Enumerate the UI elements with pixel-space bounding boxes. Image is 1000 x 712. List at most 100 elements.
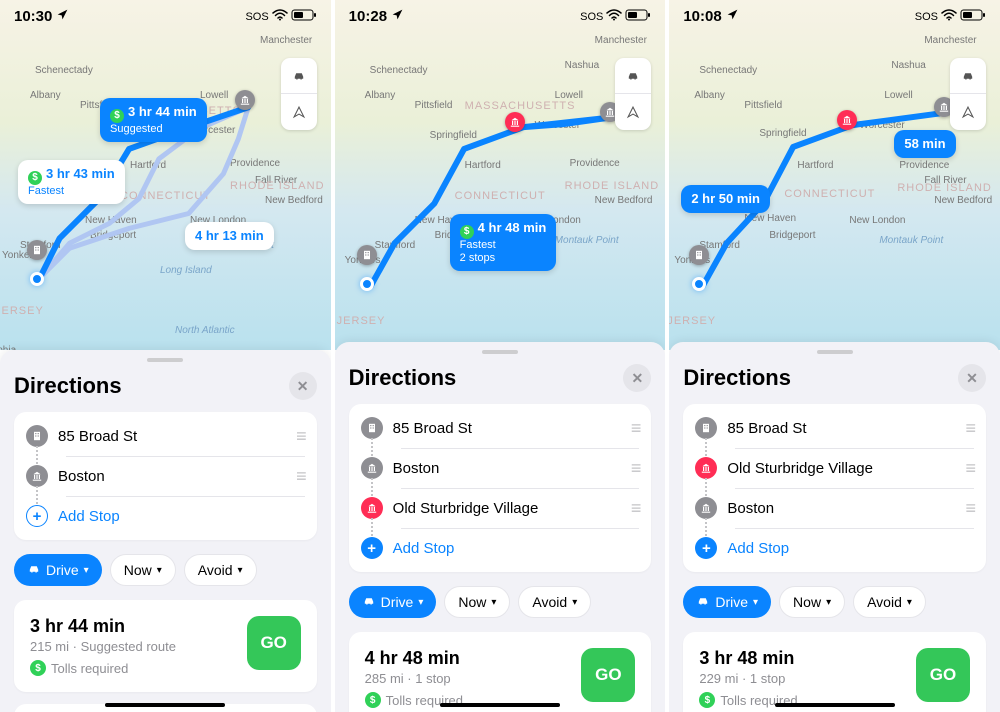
- map-label: New Bedford: [934, 195, 992, 206]
- route-callout[interactable]: $4 hr 48 minFastest2 stops: [450, 214, 557, 271]
- stops-list: 85 Broad St≡Boston≡Old Sturbridge Villag…: [349, 404, 652, 572]
- go-button[interactable]: GO: [581, 648, 635, 702]
- dollar-icon: $: [110, 109, 124, 123]
- close-button[interactable]: ✕: [958, 364, 986, 392]
- sheet-grabber[interactable]: [817, 350, 853, 354]
- reorder-handle-icon[interactable]: ≡: [966, 458, 975, 479]
- add-stop-row[interactable]: +Add Stop: [349, 528, 652, 568]
- directions-sheet[interactable]: Directions✕85 Broad St≡Boston≡Old Sturbr…: [335, 342, 666, 712]
- map-label: MASSACHUSETTS: [465, 100, 576, 112]
- transport-mode-button[interactable]: [281, 58, 317, 94]
- reorder-handle-icon[interactable]: ≡: [296, 466, 305, 487]
- avoid-pill[interactable]: Avoid▾: [184, 554, 257, 586]
- map-controls: [281, 58, 317, 130]
- route-callout[interactable]: $3 hr 43 minFastest: [18, 160, 125, 204]
- map-pin-stop[interactable]: [837, 110, 857, 130]
- status-bar: 10:08SOS: [669, 8, 1000, 25]
- map-label: CONNECTICUT: [120, 190, 211, 202]
- directions-sheet[interactable]: Directions✕85 Broad St≡Boston≡+Add StopD…: [0, 350, 331, 712]
- home-indicator: [105, 703, 225, 707]
- location-arrow-icon: [726, 8, 739, 25]
- stop-row[interactable]: 85 Broad St≡: [14, 416, 317, 456]
- route-callout[interactable]: 58 min: [894, 130, 955, 158]
- home-indicator: [440, 703, 560, 707]
- map-label: Providence: [570, 158, 620, 169]
- map-label: Albany: [694, 90, 725, 101]
- status-right: SOS: [245, 9, 316, 24]
- map-pin-start[interactable]: [27, 240, 47, 260]
- reorder-handle-icon[interactable]: ≡: [966, 498, 975, 519]
- car-icon: [27, 562, 41, 579]
- map-label: New Haven: [85, 215, 137, 226]
- map-label: New London: [849, 215, 905, 226]
- go-button[interactable]: GO: [916, 648, 970, 702]
- map-pin-stop[interactable]: [505, 112, 525, 132]
- stop-row[interactable]: 85 Broad St≡: [683, 408, 986, 448]
- route-duration: 4 hr 48 min: [365, 648, 463, 669]
- route-info: 4 hr 48 min285 mi · 1 stopTolls required: [365, 648, 463, 708]
- recenter-button[interactable]: [615, 94, 651, 130]
- route-callout[interactable]: 4 hr 13 min: [185, 222, 274, 250]
- map[interactable]: ManchesterSchenectadyAlbanyLowellPittsfi…: [0, 0, 331, 350]
- stop-row[interactable]: 85 Broad St≡: [349, 408, 652, 448]
- stop-label: Old Sturbridge Village: [393, 500, 621, 517]
- reorder-handle-icon[interactable]: ≡: [631, 458, 640, 479]
- sheet-grabber[interactable]: [147, 358, 183, 362]
- recenter-button[interactable]: [281, 94, 317, 130]
- callout-sub: Fastest: [28, 185, 115, 198]
- reorder-handle-icon[interactable]: ≡: [631, 418, 640, 439]
- stop-row[interactable]: Boston≡: [683, 488, 986, 528]
- map-label: Providence: [230, 158, 280, 169]
- stop-row[interactable]: Boston≡: [349, 448, 652, 488]
- stop-row[interactable]: Old Sturbridge Village ≡: [349, 488, 652, 528]
- stop-row[interactable]: Old Sturbridge Village≡: [683, 448, 986, 488]
- route-result-card[interactable]: 3 hr 44 min215 mi · Suggested routeTolls…: [14, 600, 317, 692]
- map-label: RHODE ISLAND: [230, 180, 325, 192]
- map[interactable]: ManchesterNashuaSchenectadyAlbanyLowellP…: [335, 0, 666, 350]
- time-pill[interactable]: Now▾: [444, 586, 510, 618]
- route-result-card[interactable]: 4 hr 48 min285 mi · 1 stopTolls required…: [349, 632, 652, 712]
- transport-mode-button[interactable]: [950, 58, 986, 94]
- map-label: CONNECTICUT: [455, 190, 546, 202]
- phone-screen-2: 10:08SOSManchesterNashuaSchenectadyAlban…: [669, 0, 1000, 712]
- route-duration: 3 hr 48 min: [699, 648, 797, 669]
- map[interactable]: ManchesterNashuaSchenectadyAlbanyLowellP…: [669, 0, 1000, 350]
- car-icon: [696, 594, 710, 611]
- add-stop-row[interactable]: +Add Stop: [683, 528, 986, 568]
- drive-mode-pill[interactable]: Drive▾: [14, 554, 102, 586]
- map-label: Manchester: [260, 35, 312, 46]
- route-callout[interactable]: $3 hr 44 minSuggested: [100, 98, 207, 142]
- close-button[interactable]: ✕: [289, 372, 317, 400]
- reorder-handle-icon[interactable]: ≡: [966, 418, 975, 439]
- sheet-grabber[interactable]: [482, 350, 518, 354]
- go-button[interactable]: GO: [247, 616, 301, 670]
- time-pill[interactable]: Now▾: [110, 554, 176, 586]
- route-result-card[interactable]: 3 hr 48 min229 mi · 1 stopTolls required…: [683, 632, 986, 712]
- drive-mode-pill[interactable]: Drive▾: [349, 586, 437, 618]
- recenter-button[interactable]: [950, 94, 986, 130]
- time-pill[interactable]: Now▾: [779, 586, 845, 618]
- map-label: JERSEY: [0, 305, 44, 317]
- avoid-pill[interactable]: Avoid▾: [518, 586, 591, 618]
- drive-mode-pill[interactable]: Drive▾: [683, 586, 771, 618]
- chevron-down-icon: ▾: [157, 565, 162, 576]
- add-stop-row[interactable]: +Add Stop: [14, 496, 317, 536]
- map-label: Nashua: [891, 60, 925, 71]
- reorder-handle-icon[interactable]: ≡: [296, 426, 305, 447]
- map-label: JERSEY: [337, 315, 386, 327]
- map-pin-end[interactable]: [235, 90, 255, 110]
- close-button[interactable]: ✕: [623, 364, 651, 392]
- stop-row[interactable]: Boston≡: [14, 456, 317, 496]
- status-time: 10:28: [349, 8, 387, 25]
- route-callout[interactable]: 2 hr 50 min: [681, 185, 770, 213]
- route-subtitle: 285 mi · 1 stop: [365, 671, 463, 686]
- reorder-handle-icon[interactable]: ≡: [631, 498, 640, 519]
- chevron-down-icon: ▾: [826, 597, 831, 608]
- map-pin-start[interactable]: [357, 245, 377, 265]
- battery-icon: [291, 9, 317, 24]
- transport-mode-button[interactable]: [615, 58, 651, 94]
- route-info: 3 hr 44 min215 mi · Suggested routeTolls…: [30, 616, 176, 676]
- callout-sub: Suggested: [110, 123, 197, 136]
- avoid-pill[interactable]: Avoid▾: [853, 586, 926, 618]
- directions-sheet[interactable]: Directions✕85 Broad St≡Old Sturbridge Vi…: [669, 342, 1000, 712]
